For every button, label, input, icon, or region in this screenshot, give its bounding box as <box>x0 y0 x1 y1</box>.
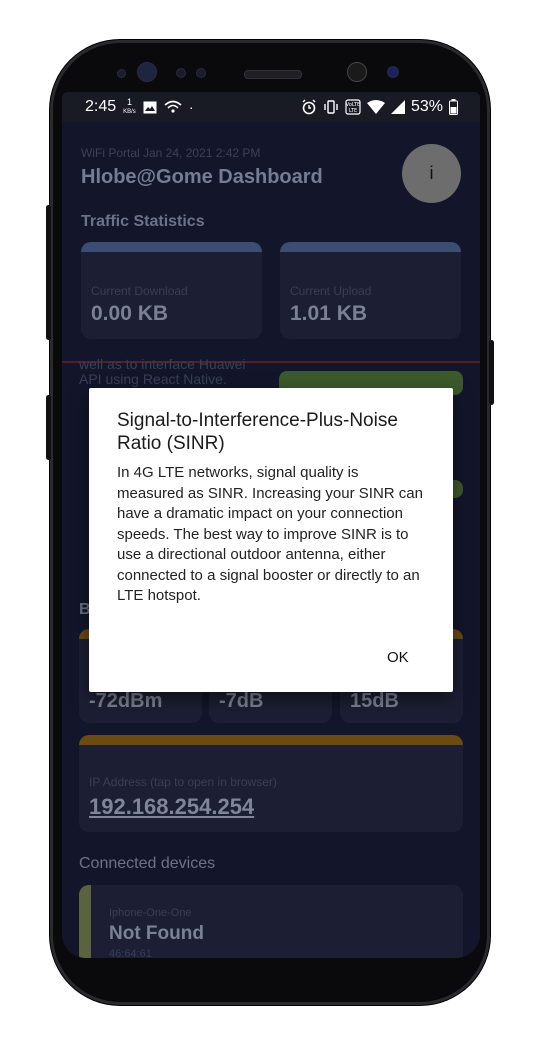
dashboard-title: Hlobe@Gome Dashboard <box>81 166 323 188</box>
ip-card-cap <box>79 735 463 745</box>
wifi-question-icon <box>164 100 182 113</box>
cell-signal-icon <box>390 100 405 114</box>
device-status-bar <box>79 885 91 958</box>
bixby-button <box>46 395 51 460</box>
battery-charging-icon <box>449 99 458 115</box>
download-label: Current Download <box>91 284 188 298</box>
volume-button <box>46 205 51 340</box>
dialog-body: In 4G LTE networks, signal quality is me… <box>117 464 423 604</box>
ip-label: IP Address (tap to open in browser) <box>89 775 277 789</box>
svg-text:LTE: LTE <box>349 108 357 114</box>
iris-sensor <box>176 68 186 78</box>
device-card[interactable]: Iphone-One-One Not Found 46:64:61 <box>79 885 463 958</box>
sinr-dialog: Signal-to-Interference-Plus-Noise Ratio … <box>89 388 453 692</box>
upload-card-cap <box>280 242 461 252</box>
battery-percent: 53% <box>410 98 443 115</box>
status-bar: 2:45 1 KB/s · VoLTE LTE 53% <box>62 92 480 122</box>
device-status: Not Found <box>109 923 204 944</box>
ok-button[interactable]: OK <box>379 647 417 668</box>
upload-label: Current Upload <box>290 284 372 298</box>
rsrq-value: -7dB <box>219 690 264 712</box>
vibrate-icon <box>324 100 338 114</box>
device-mac: 46:64:61 <box>109 948 152 958</box>
ip-address-link[interactable]: 192.168.254.254 <box>89 794 254 820</box>
network-speed: 1 KB/s <box>123 98 136 116</box>
upload-value: 1.01 KB <box>290 302 368 325</box>
dialog-title: Signal-to-Interference-Plus-Noise Ratio … <box>117 410 398 454</box>
rsrp-value: -72dBm <box>89 690 163 712</box>
volte-icon: VoLTELTE <box>345 99 361 115</box>
download-value: 0.00 KB <box>91 302 169 325</box>
upload-card: Current Upload 1.01 KB <box>280 242 461 339</box>
download-card-cap <box>81 242 262 252</box>
sensor-dot <box>117 69 126 78</box>
device-name: Iphone-One-One <box>109 907 192 919</box>
portal-timestamp: WiFi Portal Jan 24, 2021 2:42 PM <box>81 146 261 160</box>
net-speed-value: 1 <box>126 97 132 107</box>
sinr-value: 15dB <box>350 690 399 712</box>
status-time: 2:45 <box>85 98 117 115</box>
info-button[interactable]: i <box>402 144 461 203</box>
selfie-camera <box>347 62 367 82</box>
power-button <box>489 340 494 405</box>
about-text: well as to interface Huawei API using Re… <box>79 356 246 387</box>
more-notifications-icon: · <box>188 99 194 115</box>
connected-devices-title: Connected devices <box>79 855 216 872</box>
net-speed-unit: KB/s <box>123 109 136 115</box>
alarm-icon <box>302 99 316 115</box>
front-camera-lens <box>137 62 157 82</box>
image-icon <box>143 101 157 113</box>
download-card: Current Download 0.00 KB <box>81 242 262 339</box>
earpiece-speaker <box>244 70 302 79</box>
traffic-section-title: Traffic Statistics <box>81 213 205 230</box>
iris-camera <box>387 66 399 78</box>
proximity-sensor <box>196 68 206 78</box>
wifi-icon <box>366 100 385 114</box>
